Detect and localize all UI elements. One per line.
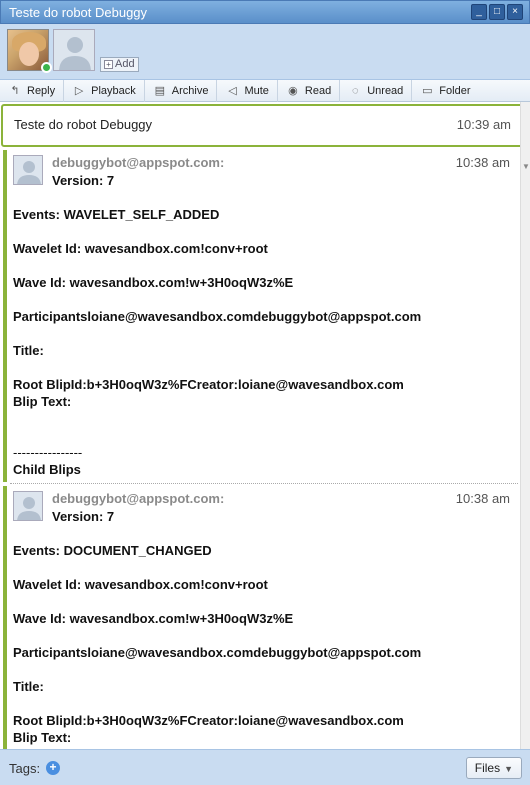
play-icon: ▷ [74, 84, 84, 97]
blip-line [13, 661, 512, 678]
folder-label: Folder [439, 84, 471, 97]
files-button[interactable]: Files ▼ [465, 757, 522, 779]
blip-divider [10, 483, 518, 484]
unread-icon: ◌ [351, 84, 359, 97]
online-status-icon [41, 62, 52, 73]
window-titlebar: Teste do robot Debuggy _ □ × [0, 0, 530, 24]
blip-line: Blip Text: [13, 394, 72, 409]
blip-author: debuggybot@appspot.com: [52, 155, 225, 170]
avatar-face [19, 42, 39, 66]
blip-line: Root BlipId:b+3H0oqW3z%FCreator:loiane@w… [13, 377, 404, 392]
blip-line: Participantsloiane@wavesandbox.comdebugg… [13, 645, 422, 660]
blip-line [13, 427, 512, 444]
blip-line [13, 291, 512, 308]
root-blip-text: Teste do robot Debuggy [14, 117, 153, 132]
files-label: Files [474, 761, 501, 775]
content-scrollbar[interactable]: ▼ [520, 102, 530, 749]
blip-line [13, 325, 512, 342]
blip-line [13, 223, 512, 240]
maximize-button[interactable]: □ [489, 4, 505, 20]
default-user-icon [59, 37, 91, 70]
blip-line [13, 359, 512, 376]
wave-toolbar: ↰ Reply ▷ Playback ▤ Archive ◁ Mute ◉ Re… [0, 79, 530, 102]
archive-icon: ▤ [154, 84, 165, 97]
blip-line: Wave Id: wavesandbox.com!w+3H0oqW3z%E [13, 275, 294, 290]
blip-line: Version: 7 [52, 509, 115, 524]
blip-line: Participantsloiane@wavesandbox.comdebugg… [13, 309, 422, 324]
eye-icon: ◉ [288, 84, 298, 97]
unread-label: Unread [367, 84, 404, 97]
add-participant-label: Add [115, 58, 135, 70]
blip-body: Version: 7 Events: DOCUMENT_CHANGED Wave… [13, 508, 512, 746]
reply-blip[interactable]: debuggybot@appspot.com: 10:38 am Version… [3, 150, 518, 482]
blip-line: Version: 7 [52, 173, 115, 188]
blip-line: Root BlipId:b+3H0oqW3z%FCreator:loiane@w… [13, 713, 404, 728]
blip-line: Wave Id: wavesandbox.com!w+3H0oqW3z%E [13, 611, 294, 626]
archive-label: Archive [171, 84, 209, 97]
mute-button[interactable]: ◁ Mute [217, 79, 278, 102]
chevron-down-icon: ▼ [504, 764, 513, 774]
scroll-down-icon[interactable]: ▼ [522, 162, 530, 171]
wave-content[interactable]: Teste do robot Debuggy 10:39 am debuggyb… [0, 102, 530, 749]
reply-icon: ↰ [10, 84, 20, 97]
root-blip-time: 10:39 am [456, 117, 511, 132]
blip-line: Blip Text: [13, 730, 72, 745]
reply-blip[interactable]: debuggybot@appspot.com: 10:38 am Version… [3, 486, 518, 749]
playback-button[interactable]: ▷ Playback [64, 79, 145, 102]
participants-bar: + Add [0, 24, 530, 80]
blip-time: 10:38 am [455, 155, 510, 170]
blip-line: Title: [13, 343, 44, 358]
wave-footer: Tags: + Files ▼ [0, 749, 530, 785]
archive-button[interactable]: ▤ Archive [145, 79, 218, 102]
close-button[interactable]: × [507, 4, 523, 20]
folder-button[interactable]: ▭ Folder [412, 80, 478, 102]
add-tag-icon[interactable]: + [46, 761, 60, 775]
blip-line: ---------------- [13, 445, 83, 460]
blip-line [13, 593, 512, 610]
participant-avatar-bot[interactable] [53, 29, 95, 71]
blip-line [13, 525, 512, 542]
blip-time: 10:38 am [455, 491, 510, 506]
mute-icon: ◁ [228, 84, 237, 97]
read-button[interactable]: ◉ Read [278, 79, 341, 102]
reply-button[interactable]: ↰ Reply [0, 79, 65, 102]
window-title: Teste do robot Debuggy [9, 5, 148, 20]
blip-line: Title: [13, 679, 44, 694]
plus-icon: + [104, 60, 113, 69]
blip-line [13, 559, 512, 576]
blip-author: debuggybot@appspot.com: [52, 491, 225, 506]
blip-line [13, 695, 512, 712]
blip-line [13, 257, 512, 274]
playback-label: Playback [91, 84, 136, 97]
blip-line: Wavelet Id: wavesandbox.com!conv+root [13, 241, 268, 256]
blip-line: Wavelet Id: wavesandbox.com!conv+root [13, 577, 268, 592]
blip-line [13, 627, 512, 644]
blip-line [13, 410, 512, 427]
read-label: Read [304, 84, 332, 97]
blip-line: Child Blips [13, 462, 81, 477]
folder-icon: ▭ [422, 84, 433, 97]
blip-line: Events: DOCUMENT_CHANGED [13, 543, 212, 558]
blip-body: Version: 7 Events: WAVELET_SELF_ADDED Wa… [13, 172, 512, 478]
unread-button[interactable]: ◌ Unread [340, 79, 413, 102]
reply-label: Reply [27, 84, 56, 97]
mute-label: Mute [244, 84, 269, 97]
tags-label: Tags: [9, 761, 41, 776]
add-participant-button[interactable]: + Add [100, 57, 139, 72]
window-controls: _ □ × [471, 4, 523, 20]
root-blip[interactable]: Teste do robot Debuggy 10:39 am [1, 104, 525, 147]
minimize-button[interactable]: _ [471, 4, 487, 20]
blip-line: Events: WAVELET_SELF_ADDED [13, 207, 220, 222]
blip-line [13, 189, 512, 206]
